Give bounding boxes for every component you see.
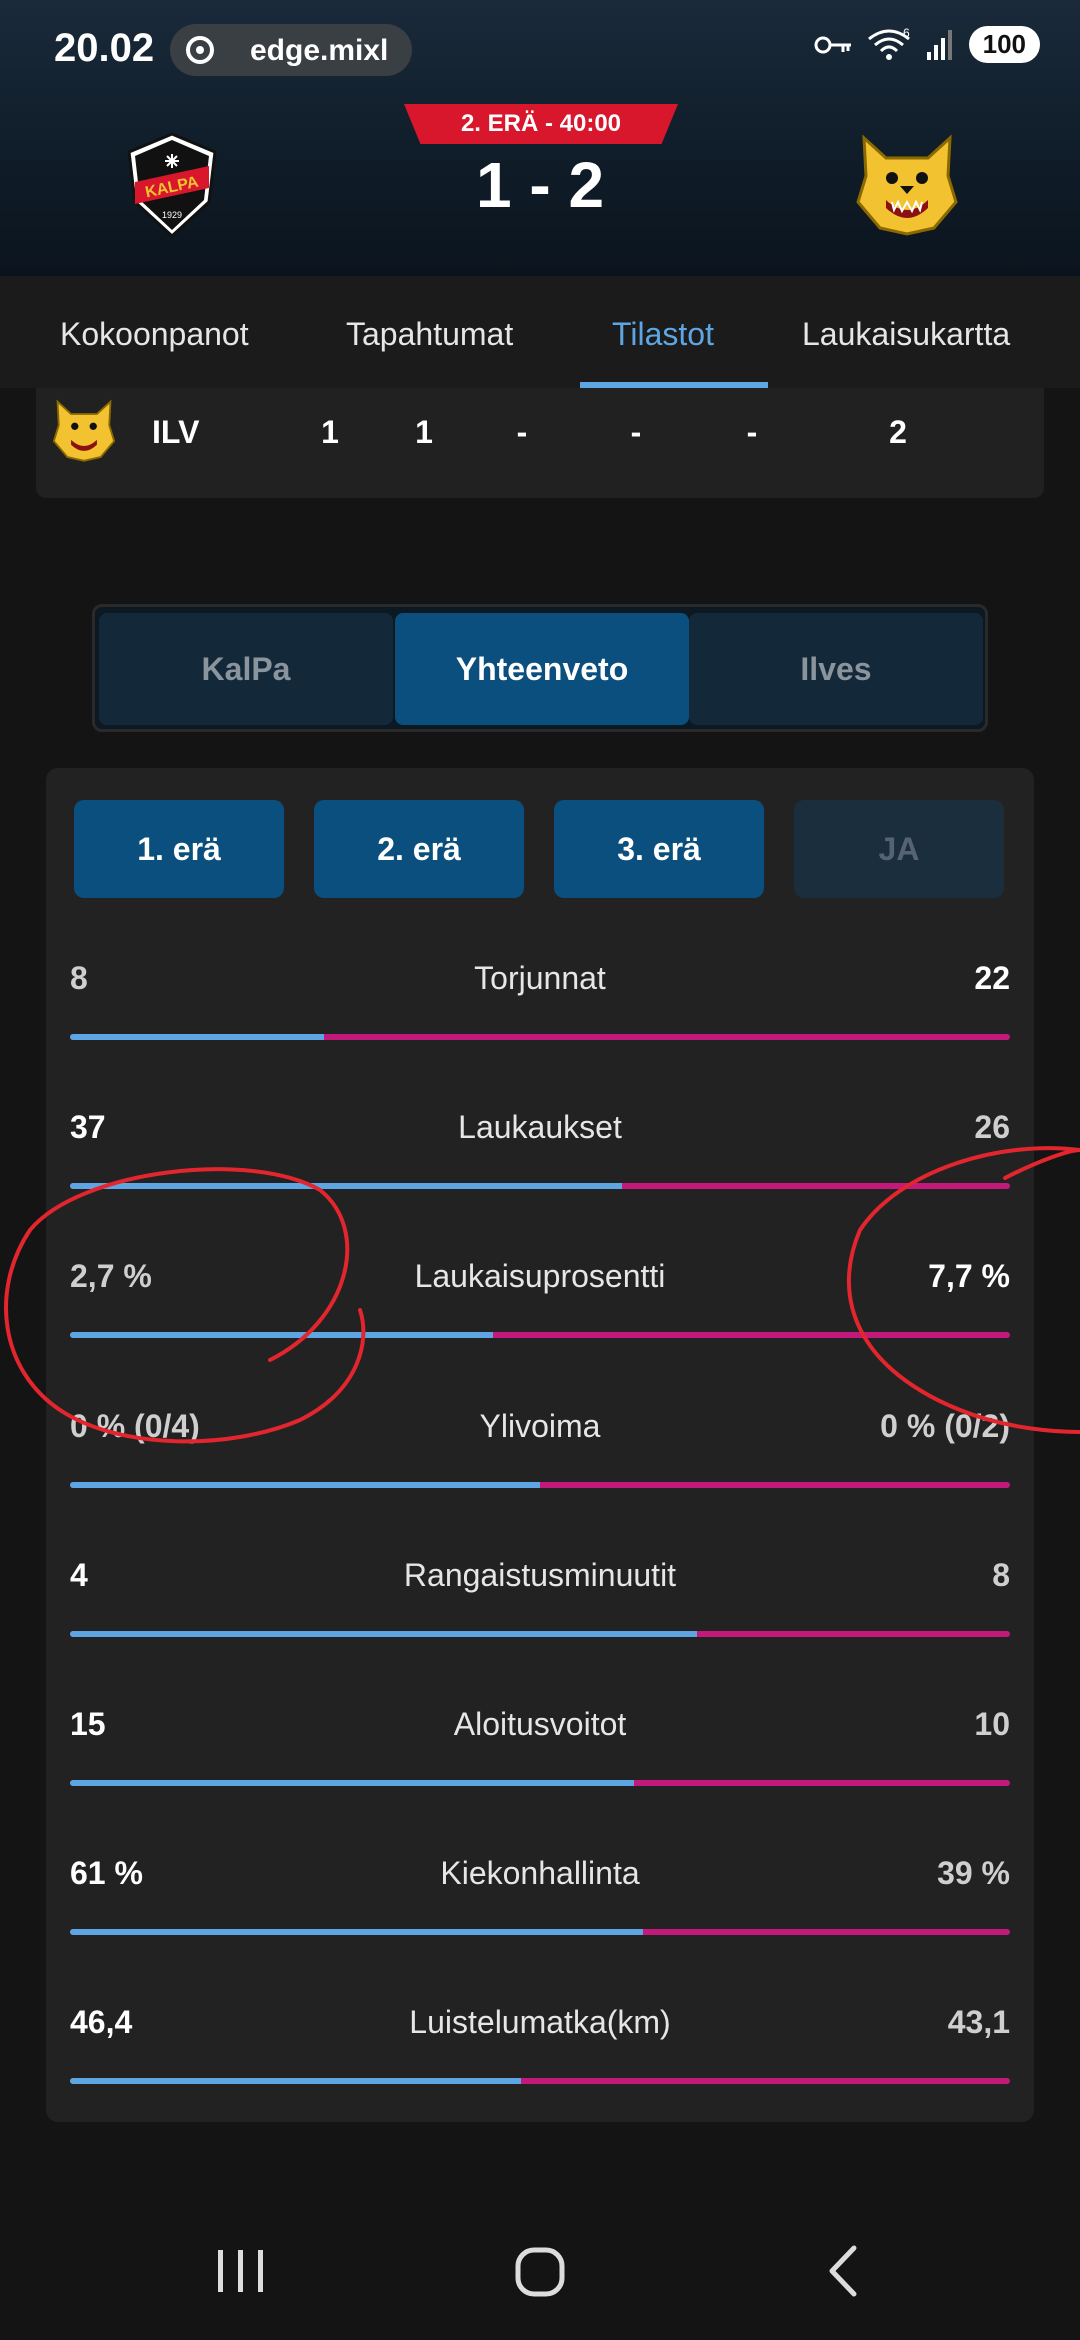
status-bar: 20.02 edge.mixl 6 100 bbox=[0, 0, 1080, 100]
stat-comparison-bar bbox=[70, 1034, 1010, 1040]
stat-name: Torjunnat bbox=[474, 960, 606, 996]
stat-name: Laukaisuprosentti bbox=[414, 1258, 666, 1294]
team-abbreviation: ILV bbox=[152, 414, 200, 450]
recents-icon[interactable] bbox=[200, 2236, 280, 2306]
stat-row-laukaukset: 37 Laukaukset 26 bbox=[46, 1109, 1034, 1259]
period-badge: 2. ERÄ - 40:00 bbox=[404, 104, 678, 144]
stat-comparison-bar bbox=[70, 1780, 1010, 1786]
period-cell: - bbox=[516, 414, 528, 450]
period-button-ja[interactable]: JA bbox=[794, 800, 1004, 898]
segment-kalpa[interactable]: KalPa bbox=[99, 613, 393, 725]
signal-number: 6 bbox=[903, 27, 910, 40]
home-share-fill bbox=[70, 1482, 540, 1488]
stat-comparison-bar bbox=[70, 1183, 1010, 1189]
segment-yhteenveto[interactable]: Yhteenveto bbox=[395, 613, 689, 725]
kalpa-logo-icon[interactable]: KALPA 1929 bbox=[125, 132, 219, 238]
stat-away-value: 39 % bbox=[937, 1855, 1010, 1891]
ilves-lynx-logo-icon bbox=[52, 399, 116, 462]
home-icon[interactable] bbox=[500, 2236, 580, 2306]
segment-ilves[interactable]: Ilves bbox=[689, 613, 983, 725]
period-button-3[interactable]: 3. erä bbox=[554, 800, 764, 898]
home-share-fill bbox=[70, 1034, 324, 1040]
tab-bar: Kokoonpanot Tapahtumat Tilastot Laukaisu… bbox=[0, 276, 1080, 388]
stat-name: Laukaukset bbox=[458, 1109, 622, 1145]
stat-comparison-bar bbox=[70, 1482, 1010, 1488]
stat-away-value: 8 bbox=[992, 1557, 1010, 1593]
team-segment-control: KalPa Yhteenveto Ilves bbox=[92, 604, 988, 732]
url-text: edge.mixl bbox=[250, 34, 389, 67]
stats-card: 1. erä 2. erä 3. erä JA 8 Torjunnat 22 3… bbox=[46, 768, 1034, 2122]
stat-comparison-bar bbox=[70, 1332, 1010, 1338]
stat-row-rangaistusminuutit: 4 Rangaistusminuutit 8 bbox=[46, 1557, 1034, 1707]
period-score-row: ILV 1 1 - - - 2 bbox=[36, 388, 1044, 498]
stat-row-kiekonhallinta: 61 % Kiekonhallinta 39 % bbox=[46, 1855, 1034, 2005]
stat-name: Aloitusvoitot bbox=[453, 1706, 627, 1742]
stat-away-value: 43,1 bbox=[947, 2004, 1010, 2040]
stat-comparison-bar bbox=[70, 2078, 1010, 2084]
stat-row-luistelumatka: 46,4 Luistelumatka(km) 43,1 bbox=[46, 2004, 1034, 2154]
home-share-fill bbox=[70, 1631, 697, 1637]
system-icons: 6 100 bbox=[813, 26, 1040, 63]
period-button-1[interactable]: 1. erä bbox=[74, 800, 284, 898]
browser-url-pill[interactable]: edge.mixl bbox=[170, 24, 412, 76]
kalpa-logo-year: 1929 bbox=[162, 210, 182, 220]
stat-row-torjunnat: 8 Torjunnat 22 bbox=[46, 960, 1034, 1110]
home-share-fill bbox=[70, 1183, 622, 1189]
period-cell: - bbox=[746, 414, 758, 450]
stat-name: Kiekonhallinta bbox=[440, 1855, 640, 1891]
tab-tapahtumat[interactable]: Tapahtumat bbox=[346, 316, 513, 353]
period-cell: - bbox=[630, 414, 642, 450]
home-share-fill bbox=[70, 1332, 493, 1338]
stat-away-value: 10 bbox=[974, 1706, 1010, 1742]
tab-laukaisukartta[interactable]: Laukaisukartta bbox=[802, 316, 1010, 353]
stat-row-laukaisuprosentti: 2,7 % Laukaisuprosentti 7,7 % bbox=[46, 1258, 1034, 1408]
stat-comparison-bar bbox=[70, 1929, 1010, 1935]
stat-away-value: 22 bbox=[974, 960, 1010, 996]
tab-kokoonpanot[interactable]: Kokoonpanot bbox=[60, 316, 249, 353]
stat-away-value: 7,7 % bbox=[928, 1258, 1010, 1294]
system-nav-bar bbox=[0, 2196, 1080, 2340]
home-share-fill bbox=[70, 1929, 644, 1935]
period-button-2[interactable]: 2. erä bbox=[314, 800, 524, 898]
stat-row-aloitusvoitot: 15 Aloitusvoitot 10 bbox=[46, 1706, 1034, 1856]
period-cell: 1 bbox=[415, 414, 433, 450]
key-icon bbox=[814, 36, 851, 53]
stat-name: Luistelumatka(km) bbox=[409, 2004, 671, 2040]
home-share-fill bbox=[70, 1780, 634, 1786]
stat-away-value: 0 % (0/2) bbox=[880, 1408, 1010, 1444]
stat-away-value: 26 bbox=[974, 1109, 1010, 1145]
stat-name: Rangaistusminuutit bbox=[403, 1557, 677, 1593]
chrome-icon bbox=[186, 36, 214, 64]
ilves-lynx-logo-icon[interactable] bbox=[856, 132, 958, 236]
wifi-icon: 6 bbox=[867, 27, 910, 60]
cell-signal-icon bbox=[926, 29, 952, 60]
period-cell: 1 bbox=[321, 414, 339, 450]
battery-indicator: 100 bbox=[968, 26, 1040, 63]
period-total-cell: 2 bbox=[889, 414, 907, 450]
tab-tilastot[interactable]: Tilastot bbox=[612, 316, 714, 353]
clock: 20.02 bbox=[54, 26, 155, 70]
stat-row-ylivoima: 0 % (0/4) Ylivoima 0 % (0/2) bbox=[46, 1408, 1034, 1558]
stat-comparison-bar bbox=[70, 1631, 1010, 1637]
home-share-fill bbox=[70, 2078, 522, 2084]
back-icon[interactable] bbox=[804, 2236, 884, 2306]
